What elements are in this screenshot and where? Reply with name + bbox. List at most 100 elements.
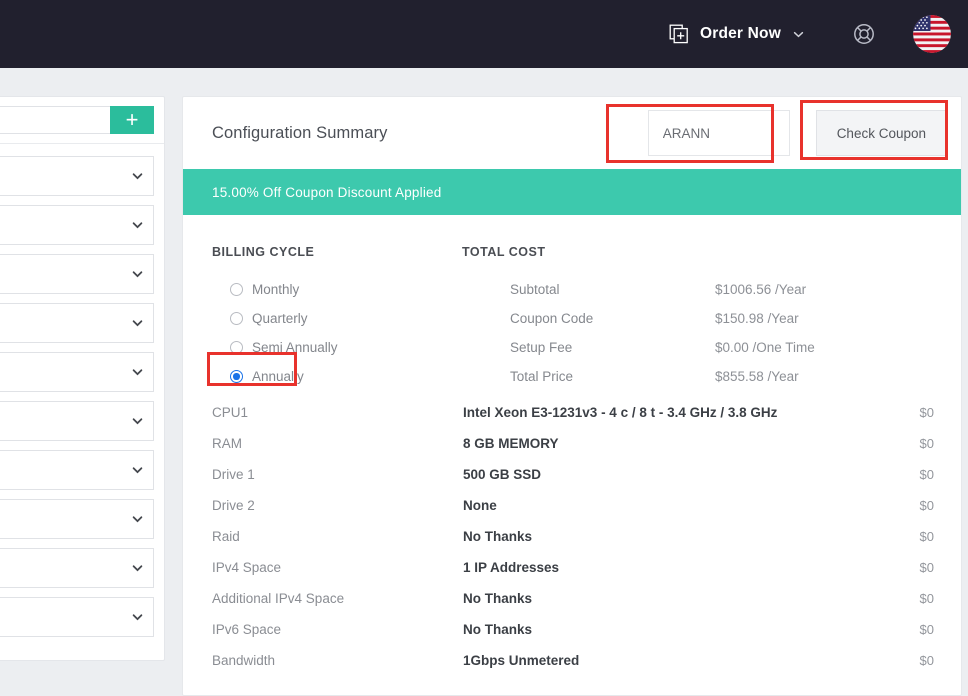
page-body: + 3.8 GHz bbox=[0, 68, 968, 696]
billing-option-semi-annually-label: Semi Annually bbox=[252, 340, 338, 355]
configuration-summary-card: Configuration Summary Check Coupon 15.00… bbox=[182, 96, 962, 696]
spec-name: Drive 2 bbox=[212, 498, 255, 513]
lifebuoy-support-icon[interactable] bbox=[853, 23, 875, 45]
chevron-down-icon bbox=[131, 513, 144, 526]
table-row: RAM 8 GB MEMORY $0 bbox=[212, 428, 947, 459]
table-row: IPv6 Space No Thanks $0 bbox=[212, 614, 947, 645]
us-flag-avatar[interactable] bbox=[913, 15, 951, 53]
spec-name: IPv4 Space bbox=[212, 560, 282, 575]
config-select-5[interactable] bbox=[0, 401, 154, 441]
card-body: BILLING CYCLE Monthly Quarterly Semi Ann… bbox=[183, 215, 961, 686]
radio-icon bbox=[230, 312, 243, 325]
spec-price: $0 bbox=[919, 405, 934, 420]
spec-value: 1Gbps Unmetered bbox=[463, 653, 580, 668]
cost-row-coupon-code: Coupon Code $150.98 /Year bbox=[462, 304, 947, 333]
table-row: Drive 1 500 GB SSD $0 bbox=[212, 459, 947, 490]
config-select-4[interactable] bbox=[0, 352, 154, 392]
order-now-label: Order Now bbox=[699, 25, 781, 42]
billing-option-monthly-label: Monthly bbox=[252, 282, 300, 297]
left-panel-search-input[interactable] bbox=[0, 106, 110, 134]
billing-cycle-section: BILLING CYCLE Monthly Quarterly Semi Ann… bbox=[212, 245, 462, 391]
spec-price: $0 bbox=[919, 467, 934, 482]
cost-label-coupon-code: Coupon Code bbox=[510, 311, 594, 326]
spec-name: IPv6 Space bbox=[212, 622, 282, 637]
cost-value-coupon-code: $150.98 /Year bbox=[715, 311, 799, 326]
billing-option-annually[interactable]: Annually bbox=[212, 362, 462, 391]
configurator-left-panel: + 3.8 GHz bbox=[0, 96, 165, 661]
spec-value: None bbox=[463, 498, 497, 513]
cost-value-subtotal: $1006.56 /Year bbox=[715, 282, 807, 297]
spec-price: $0 bbox=[919, 436, 934, 451]
left-panel-select-list: 3.8 GHz bbox=[0, 144, 164, 660]
coupon-code-input[interactable] bbox=[647, 110, 790, 156]
total-cost-section: TOTAL COST Subtotal $1006.56 /Year Coupo… bbox=[462, 245, 947, 391]
chevron-down-icon bbox=[131, 611, 144, 624]
table-row: CPU1 Intel Xeon E3-1231v3 - 4 c / 8 t - … bbox=[212, 397, 947, 428]
spec-price: $0 bbox=[919, 653, 934, 668]
cost-label-setup-fee: Setup Fee bbox=[510, 340, 573, 355]
cost-value-setup-fee: $0.00 /One Time bbox=[715, 340, 815, 355]
cost-row-total-price: Total Price $855.58 /Year bbox=[462, 362, 947, 391]
spec-value: No Thanks bbox=[463, 591, 533, 606]
config-select-1[interactable] bbox=[0, 205, 154, 245]
order-now-menu[interactable]: Order Now bbox=[669, 24, 805, 44]
spec-price: $0 bbox=[919, 498, 934, 513]
chevron-down-icon bbox=[131, 562, 144, 575]
table-row: Raid No Thanks $0 bbox=[212, 521, 947, 552]
chevron-down-icon bbox=[131, 317, 144, 330]
check-coupon-button[interactable]: Check Coupon bbox=[815, 110, 947, 156]
configuration-spec-list: CPU1 Intel Xeon E3-1231v3 - 4 c / 8 t - … bbox=[212, 397, 947, 686]
spec-price: $0 bbox=[919, 591, 934, 606]
config-select-7[interactable] bbox=[0, 499, 154, 539]
config-select-8[interactable] bbox=[0, 548, 154, 588]
billing-option-quarterly-label: Quarterly bbox=[252, 311, 308, 326]
top-navigation-bar: Order Now bbox=[0, 0, 968, 68]
chevron-down-icon bbox=[131, 219, 144, 232]
radio-icon bbox=[230, 341, 243, 354]
card-header: Configuration Summary Check Coupon bbox=[183, 97, 961, 169]
spec-name: CPU1 bbox=[212, 405, 249, 420]
radio-icon bbox=[230, 283, 243, 296]
billing-option-annually-label: Annually bbox=[252, 369, 304, 384]
spec-price: $0 bbox=[919, 560, 934, 575]
add-item-button[interactable]: + bbox=[110, 106, 154, 134]
spec-value: Intel Xeon E3-1231v3 - 4 c / 8 t - 3.4 G… bbox=[463, 405, 778, 420]
new-document-plus-icon bbox=[669, 24, 689, 44]
page-title: Configuration Summary bbox=[212, 123, 388, 142]
spec-name: Bandwidth bbox=[212, 653, 276, 668]
spec-value: 1 IP Addresses bbox=[463, 560, 560, 575]
table-row: IPv4 Space 1 IP Addresses $0 bbox=[212, 552, 947, 583]
chevron-down-icon bbox=[131, 415, 144, 428]
table-row: Bandwidth 1Gbps Unmetered $0 bbox=[212, 645, 947, 676]
cost-row-setup-fee: Setup Fee $0.00 /One Time bbox=[462, 333, 947, 362]
chevron-down-icon bbox=[131, 366, 144, 379]
coupon-controls: Check Coupon bbox=[647, 110, 947, 156]
cost-label-total-price: Total Price bbox=[510, 369, 574, 384]
billing-option-semi-annually[interactable]: Semi Annually bbox=[212, 333, 462, 362]
total-cost-heading: TOTAL COST bbox=[462, 245, 546, 259]
billing-option-monthly[interactable]: Monthly bbox=[212, 275, 462, 304]
config-select-9[interactable] bbox=[0, 597, 154, 637]
cost-value-total-price: $855.58 /Year bbox=[715, 369, 799, 384]
spec-price: $0 bbox=[919, 622, 934, 637]
table-row: Drive 2 None $0 bbox=[212, 490, 947, 521]
spec-value: No Thanks bbox=[463, 622, 533, 637]
cost-label-subtotal: Subtotal bbox=[510, 282, 560, 297]
spec-value: 500 GB SSD bbox=[463, 467, 542, 482]
spec-name: RAM bbox=[212, 436, 242, 451]
spec-name: Additional IPv4 Space bbox=[212, 591, 345, 606]
coupon-banner-text: 15.00% Off Coupon Discount Applied bbox=[212, 184, 442, 200]
config-select-3[interactable] bbox=[0, 303, 154, 343]
config-select-6[interactable] bbox=[0, 450, 154, 490]
radio-icon-selected bbox=[230, 370, 243, 383]
billing-option-quarterly[interactable]: Quarterly bbox=[212, 304, 462, 333]
coupon-applied-banner: 15.00% Off Coupon Discount Applied bbox=[183, 169, 961, 215]
spec-value: 8 GB MEMORY bbox=[463, 436, 559, 451]
chevron-down-icon bbox=[792, 28, 805, 41]
config-select-0[interactable]: 3.8 GHz bbox=[0, 156, 154, 196]
billing-cycle-heading: BILLING CYCLE bbox=[212, 245, 315, 259]
config-select-2[interactable] bbox=[0, 254, 154, 294]
spec-price: $0 bbox=[919, 529, 934, 544]
billing-and-cost-columns: BILLING CYCLE Monthly Quarterly Semi Ann… bbox=[212, 245, 947, 391]
left-panel-search-row: + bbox=[0, 97, 164, 144]
